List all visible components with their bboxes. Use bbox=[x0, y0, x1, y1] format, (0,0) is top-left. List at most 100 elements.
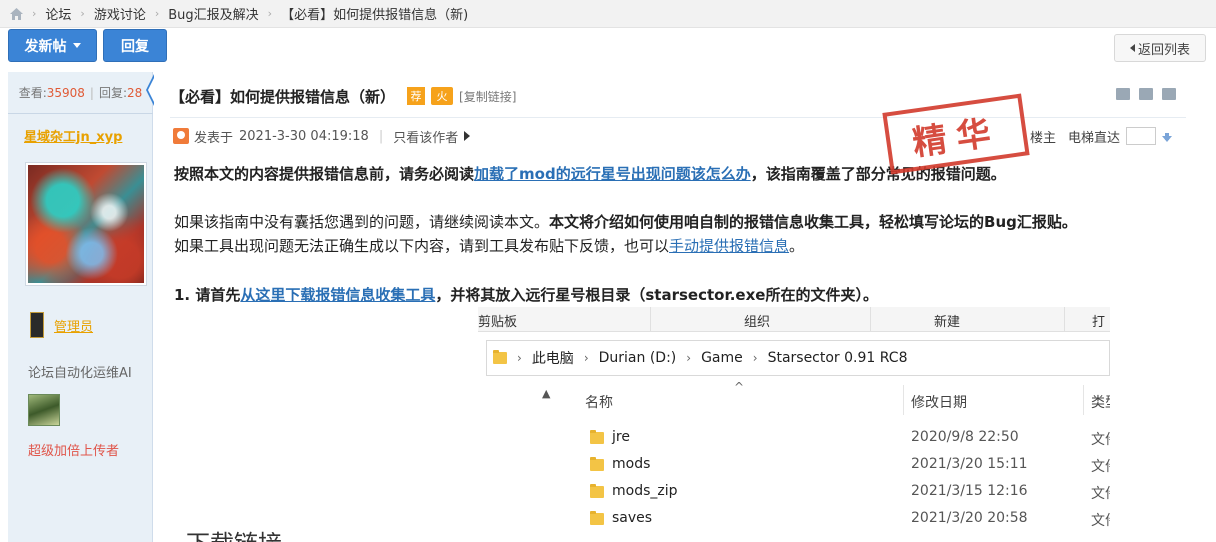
column-divider bbox=[903, 385, 904, 415]
guide-link[interactable]: 加载了mod的远行星号出现问题该怎么办 bbox=[474, 165, 751, 183]
folder-icon bbox=[493, 350, 507, 364]
author-online-icon bbox=[173, 128, 189, 144]
list-item: jre 2020/9/8 22:50 文件 bbox=[478, 425, 1110, 452]
paragraph-fallback: 如果工具出现问题无法正确生成以下内容，请到工具发布贴下反馈，也可以手动提供报错信… bbox=[174, 235, 804, 257]
manual-report-link[interactable]: 手动提供报错信息 bbox=[669, 237, 789, 255]
breadcrumb-separator: › bbox=[154, 7, 160, 20]
breadcrumb-bug-report[interactable]: Bug汇报及解决 bbox=[168, 4, 258, 23]
file-type: 文件 bbox=[1091, 432, 1110, 448]
post-meta: 发表于 2021-3-30 04:19:18 | 只看该作者 bbox=[173, 126, 471, 146]
replies-count: 28 bbox=[127, 85, 143, 100]
chevron-right-icon: › bbox=[583, 351, 589, 365]
floor-number-input[interactable] bbox=[1126, 127, 1157, 145]
copy-link[interactable]: [复制链接] bbox=[459, 88, 516, 105]
scroll-up-icon: ▲ bbox=[542, 387, 551, 400]
paragraph-tool-intro: 如果该指南中没有囊括您遇到的问题，请继续阅读本文。本文将介绍如何使用咱自制的报错… bbox=[174, 211, 1077, 233]
reply-button[interactable]: 回复 bbox=[103, 29, 167, 62]
ribbon-divider bbox=[870, 307, 871, 332]
file-date: 2020/9/8 22:50 bbox=[911, 429, 1019, 445]
step-1-text: 1. 请首先 bbox=[174, 286, 241, 304]
file-date: 2021/3/20 20:58 bbox=[911, 510, 1028, 526]
stats-divider: | bbox=[89, 85, 94, 100]
folder-icon bbox=[590, 430, 604, 444]
author-rank: 超级加倍上传者 bbox=[28, 444, 120, 459]
reply-label: 回复 bbox=[121, 38, 149, 55]
replies-label: 回复: bbox=[98, 86, 128, 100]
ribbon-clipboard: 剪贴板 bbox=[478, 315, 518, 330]
chevron-down-icon bbox=[72, 43, 81, 48]
back-to-list-label: 返回列表 bbox=[1137, 42, 1190, 58]
author-signature: 论坛自动化运维AI bbox=[28, 366, 132, 381]
breadcrumb-separator: › bbox=[80, 7, 85, 20]
author-username[interactable]: 星域杂工jn_xyp bbox=[24, 126, 122, 145]
thread-toolbar: 发新帖 回复 返回列表 bbox=[0, 28, 1216, 64]
breadcrumb-separator: › bbox=[267, 7, 273, 20]
breadcrumb: › 论坛 › 游戏讨论 › Bug汇报及解决 › 【必看】如何提供报错信息（新) bbox=[0, 0, 1216, 28]
breadcrumb-forum[interactable]: 论坛 bbox=[45, 4, 71, 23]
list-item: mods_zip 2021/3/15 12:16 文件 bbox=[478, 479, 1110, 506]
breadcrumb-game-discussion[interactable]: 游戏讨论 bbox=[94, 4, 146, 23]
elevator-label: 电梯直达 bbox=[1068, 130, 1121, 146]
back-to-list-button[interactable]: 返回列表 bbox=[1114, 34, 1206, 62]
only-author-link[interactable]: 只看该作者 bbox=[393, 127, 458, 146]
ribbon-divider bbox=[650, 307, 651, 332]
paragraph-intro: 按照本文的内容提供报错信息前，请务必阅读加载了mod的远行星号出现问题该怎么办，… bbox=[174, 163, 1006, 185]
intro-tail: ，该指南覆盖了部分常见的报错问题。 bbox=[750, 165, 1006, 183]
explorer-screenshot: 剪贴板 组织 新建 打 › 此电脑 › Durian (D:) › Game ›… bbox=[478, 307, 1110, 542]
tool-intro-bold: 本文将介绍如何使用咱自制的报错信息收集工具，轻松填写论坛的Bug汇报贴。 bbox=[549, 213, 1077, 231]
ribbon-open: 打 bbox=[1092, 315, 1106, 330]
author-group: 管理员 bbox=[30, 312, 93, 338]
intro-text: 按照本文的内容提供报错信息前，请务必阅读 bbox=[174, 165, 475, 183]
file-name: jre bbox=[612, 429, 630, 445]
breadcrumb-separator: › bbox=[32, 7, 37, 20]
chevron-right-icon: › bbox=[686, 351, 692, 365]
file-name: saves bbox=[612, 510, 653, 526]
file-name: mods_zip bbox=[612, 483, 678, 499]
essence-stamp: 精华 bbox=[882, 93, 1030, 175]
sort-ascending-icon: ^ bbox=[734, 380, 745, 394]
column-divider bbox=[1083, 385, 1084, 415]
path-game: Game bbox=[701, 350, 743, 366]
chevron-right-icon[interactable] bbox=[464, 131, 471, 141]
recommend-badge: 荐 bbox=[407, 87, 426, 105]
tool-intro-text: 如果该指南中没有囊括您遇到的问题，请继续阅读本文。 bbox=[174, 213, 550, 231]
explorer-ribbon: 剪贴板 组织 新建 打 bbox=[478, 307, 1110, 332]
print-icon[interactable] bbox=[1116, 88, 1130, 100]
ribbon-divider bbox=[1064, 307, 1065, 332]
explorer-address-bar: › 此电脑 › Durian (D:) › Game › Starsector … bbox=[486, 340, 1110, 376]
path-starsector: Starsector 0.91 RC8 bbox=[767, 350, 908, 366]
author-group-label[interactable]: 管理员 bbox=[54, 316, 93, 335]
file-date: 2021/3/20 15:11 bbox=[911, 456, 1028, 472]
thread-stats: 查看: 35908 | 回复: 28 bbox=[8, 72, 153, 114]
file-date: 2021/3/15 12:16 bbox=[911, 483, 1028, 499]
previous-thread-icon[interactable] bbox=[1139, 88, 1153, 100]
author-sidebar: 查看: 35908 | 回复: 28 星域杂工jn_xyp 管理员 论坛自动化运… bbox=[8, 72, 153, 542]
download-tool-link[interactable]: 从这里下载报错信息收集工具 bbox=[240, 286, 435, 304]
fallback-tail: 。 bbox=[789, 237, 805, 255]
new-post-button[interactable]: 发新帖 bbox=[8, 29, 97, 62]
chevron-right-icon: › bbox=[517, 351, 522, 365]
post-header: 【必看】如何提供报错信息（新） 荐 火 [复制链接] bbox=[170, 84, 516, 108]
views-count: 35908 bbox=[46, 85, 85, 100]
file-type: 文件 bbox=[1091, 459, 1110, 475]
next-thread-icon[interactable] bbox=[1162, 88, 1176, 100]
medal-icon[interactable] bbox=[28, 394, 60, 426]
posted-prefix: 发表于 bbox=[194, 130, 234, 146]
floor-owner-label: 楼主 bbox=[1030, 130, 1057, 146]
forum-thread-page: › 论坛 › 游戏讨论 › Bug汇报及解决 › 【必看】如何提供报错信息（新)… bbox=[0, 0, 1216, 542]
avatar[interactable] bbox=[25, 162, 147, 286]
file-name: mods bbox=[612, 456, 651, 472]
column-type: 类型 bbox=[1091, 395, 1110, 411]
sidebar-pointer-inner bbox=[148, 76, 155, 104]
floor-navigation: 楼主 电梯直达 bbox=[1030, 126, 1173, 146]
download-heading: 下载链接 bbox=[186, 524, 282, 542]
home-icon[interactable] bbox=[10, 7, 23, 20]
list-item: saves 2021/3/20 20:58 文件 bbox=[478, 506, 1110, 533]
chevron-right-icon: › bbox=[752, 351, 758, 365]
breadcrumb-current-thread: 【必看】如何提供报错信息（新) bbox=[281, 8, 469, 23]
folder-icon bbox=[590, 457, 604, 471]
new-post-label: 发新帖 bbox=[24, 38, 67, 55]
views-label: 查看: bbox=[18, 86, 47, 100]
file-type: 文件 bbox=[1091, 513, 1110, 529]
arrow-down-icon[interactable] bbox=[1162, 130, 1173, 142]
